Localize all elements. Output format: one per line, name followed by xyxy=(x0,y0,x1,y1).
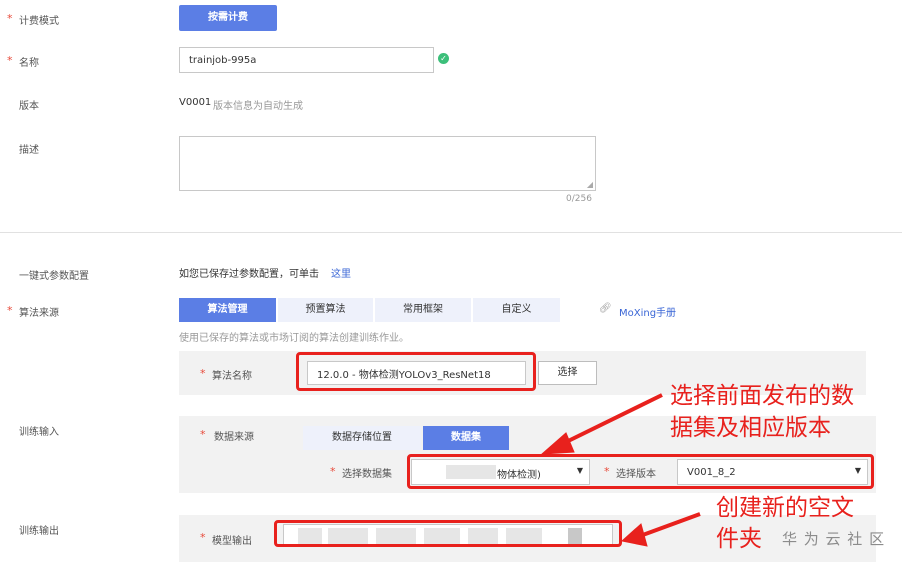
annotation-output-line1: 创建新的空文 xyxy=(716,495,854,521)
annotation-dataset-line1: 选择前面发布的数 xyxy=(670,383,854,409)
annotation-output-line2: 件夹 xyxy=(716,526,762,552)
arrow-to-output-icon xyxy=(620,523,648,547)
arrow-to-dataset-icon xyxy=(540,432,575,455)
watermark: 华 为 云 社 区 xyxy=(782,530,886,548)
arrow-to-output-line xyxy=(639,512,701,538)
annotation-arrows xyxy=(540,393,701,547)
arrow-to-dataset-line xyxy=(559,393,663,447)
annotation-dataset-line2: 据集及相应版本 xyxy=(670,415,831,441)
